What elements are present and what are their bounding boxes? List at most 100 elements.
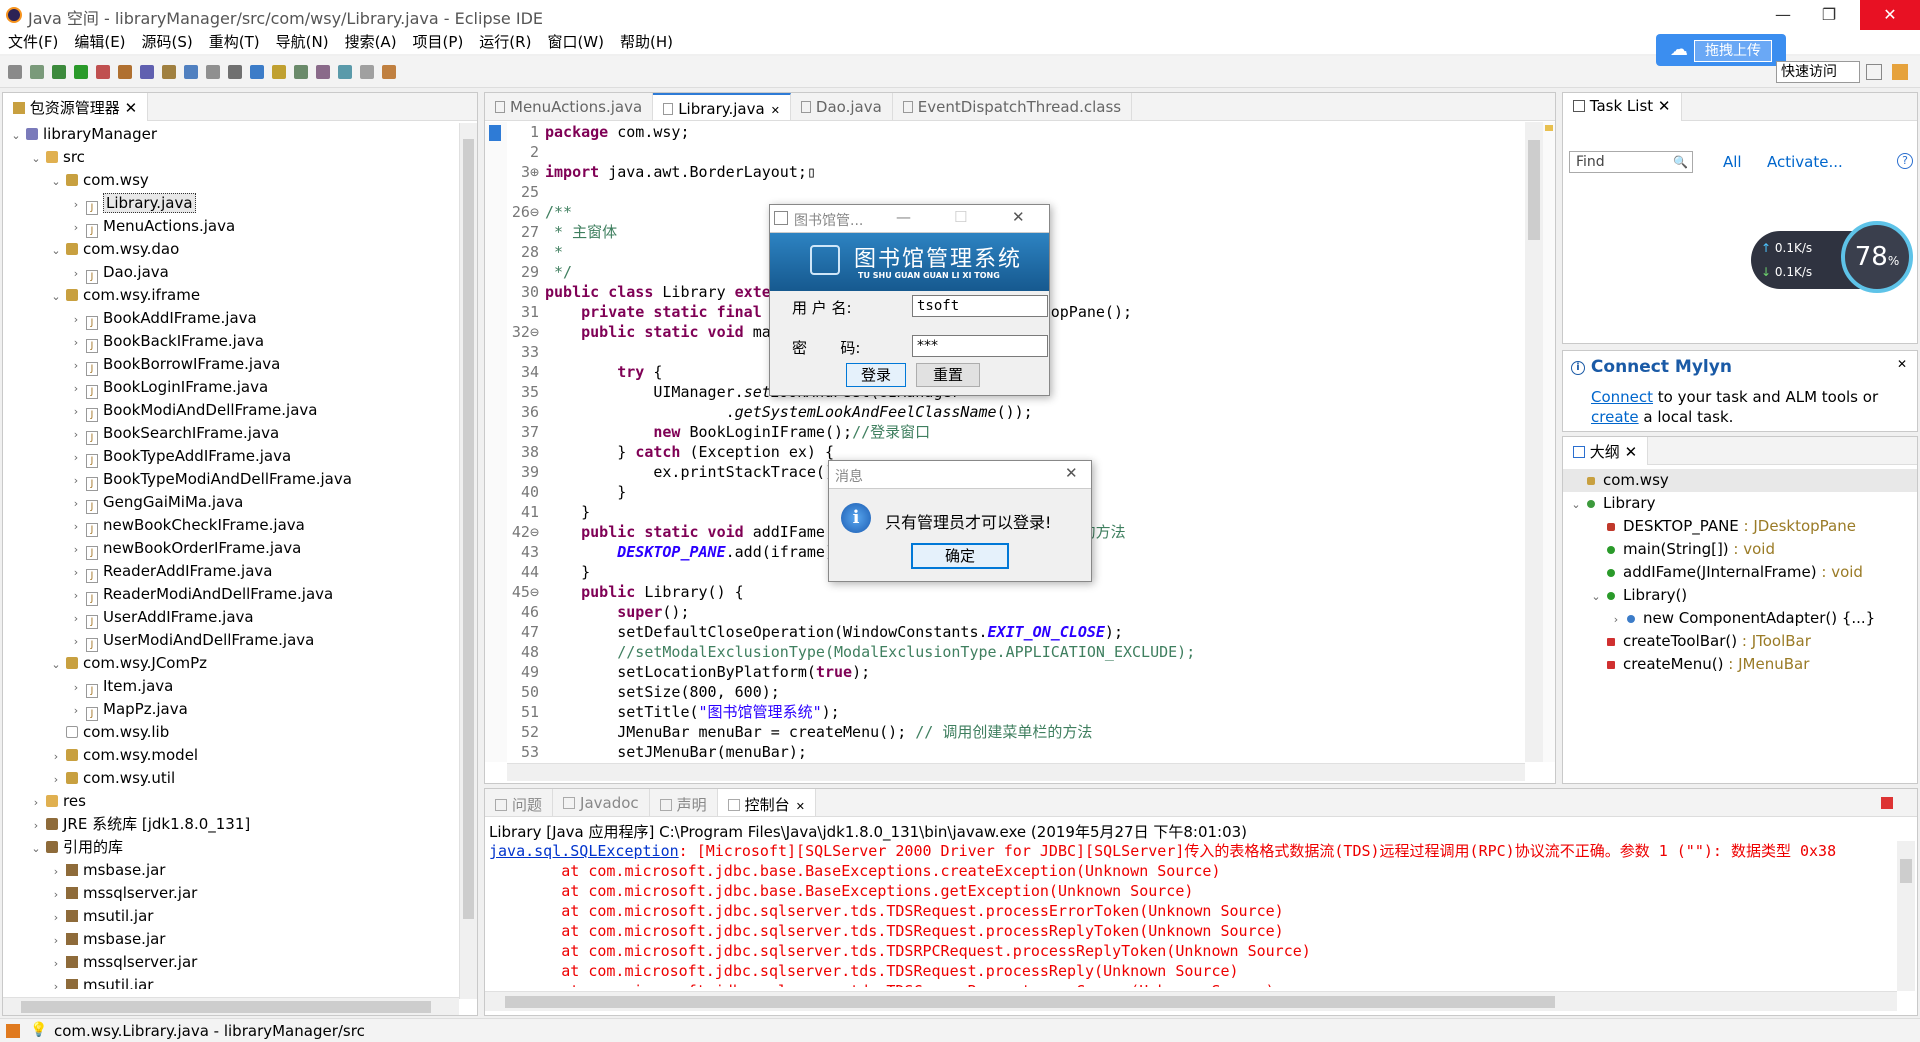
- quick-access-field[interactable]: 快速访问: [1776, 61, 1860, 83]
- chevron-right-icon[interactable]: ›: [49, 883, 63, 906]
- package-tree-item[interactable]: › JnewBookOrderIFrame.java: [3, 537, 457, 560]
- minimize-button[interactable]: —: [1760, 0, 1806, 30]
- package-explorer-hscroll[interactable]: [3, 997, 459, 1015]
- package-tree-item[interactable]: › mssqlserver.jar: [3, 882, 457, 905]
- toolbar-icon[interactable]: [250, 65, 264, 79]
- package-tree-item[interactable]: › J BookModiAndDellFrame.java: [3, 399, 457, 422]
- outline-item[interactable]: createMenu() : JMenuBar: [1563, 653, 1917, 676]
- menu-item-3[interactable]: 重构(T): [201, 30, 268, 54]
- package-explorer-tab[interactable]: 包资源管理器 ✕: [3, 93, 149, 121]
- toolbar-icon[interactable]: [118, 65, 132, 79]
- console-tab-1[interactable]: Javadoc: [553, 789, 650, 816]
- chevron-right-icon[interactable]: ›: [69, 584, 83, 607]
- package-tree-item[interactable]: › J ReaderAddIFrame.java: [3, 560, 457, 583]
- toolbar-icon[interactable]: [52, 65, 66, 79]
- close-button[interactable]: ✕: [1860, 0, 1920, 30]
- chevron-down-icon[interactable]: ⌄: [29, 837, 43, 860]
- menu-item-5[interactable]: 搜索(A): [337, 30, 405, 54]
- console-tab-0[interactable]: 问题: [485, 789, 554, 816]
- package-tree-item[interactable]: › J Dao.java: [3, 261, 457, 284]
- mylyn-create-link[interactable]: create: [1591, 408, 1639, 426]
- reset-button[interactable]: 重置: [916, 363, 980, 387]
- chevron-down-icon[interactable]: ⌄: [49, 170, 63, 193]
- package-tree-item[interactable]: › J MenuActions.java: [3, 215, 457, 238]
- task-all-link[interactable]: All: [1723, 153, 1742, 171]
- package-tree-item[interactable]: › J ReaderModiAndDellFrame.java: [3, 583, 457, 606]
- outline-item[interactable]: › new ComponentAdapter() {...}: [1563, 607, 1917, 630]
- chevron-down-icon[interactable]: ⌄: [49, 239, 63, 262]
- package-tree-item[interactable]: › J BookSearchIFrame.java: [3, 422, 457, 445]
- editor-hscroll[interactable]: [507, 763, 1525, 781]
- toolbar-icon[interactable]: [206, 65, 220, 79]
- chevron-down-icon[interactable]: ⌄: [1589, 585, 1603, 608]
- toolbar-icon[interactable]: [96, 65, 110, 79]
- package-tree-item[interactable]: › com.wsy.util: [3, 767, 457, 790]
- chevron-right-icon[interactable]: ›: [49, 860, 63, 883]
- package-tree-item[interactable]: ⌄ com.wsy.dao: [3, 238, 457, 261]
- editor-tab-1[interactable]: Library.java ✕: [653, 93, 791, 120]
- chevron-right-icon[interactable]: ›: [69, 216, 83, 239]
- chevron-right-icon[interactable]: ›: [49, 975, 63, 989]
- password-input[interactable]: ***: [912, 335, 1048, 357]
- package-tree-item[interactable]: › msutil.jar: [3, 974, 457, 989]
- console-vscroll[interactable]: [1897, 841, 1915, 991]
- toolbar-icon[interactable]: [272, 65, 286, 79]
- menu-item-8[interactable]: 窗口(W): [539, 30, 612, 54]
- toolbar-icon[interactable]: [184, 65, 198, 79]
- task-list-tab[interactable]: Task List ✕: [1563, 93, 1682, 121]
- package-tree-item[interactable]: › J UserAddIFrame.java: [3, 606, 457, 629]
- package-tree-item[interactable]: › com.wsy.model: [3, 744, 457, 767]
- package-tree-item[interactable]: ⌄ 引用的库: [3, 836, 457, 859]
- console-hscroll[interactable]: [485, 991, 1897, 1011]
- package-tree-item[interactable]: › J BookTypeModiAndDellFrame.java: [3, 468, 457, 491]
- vscroll-thumb[interactable]: [463, 139, 474, 919]
- exception-link[interactable]: java.sql.SQLException: [489, 842, 679, 860]
- toolbar-icon[interactable]: [8, 65, 22, 79]
- login-close-icon[interactable]: ✕: [1012, 208, 1025, 226]
- package-tree-item[interactable]: › J MapPz.java: [3, 698, 457, 721]
- package-tree-item[interactable]: ⌄ com.wsy.JComPz: [3, 652, 457, 675]
- toolbar-icon[interactable]: [338, 65, 352, 79]
- chevron-right-icon[interactable]: ›: [29, 791, 43, 814]
- login-minimize-icon[interactable]: —: [896, 208, 911, 226]
- package-tree-item[interactable]: › msbase.jar: [3, 859, 457, 882]
- close-tab-icon[interactable]: ✕: [796, 800, 805, 813]
- outline-item[interactable]: DESKTOP_PANE : JDesktopPane: [1563, 515, 1917, 538]
- package-tree-item[interactable]: ⌄ libraryManager: [3, 123, 457, 146]
- chevron-right-icon[interactable]: ›: [1609, 608, 1623, 631]
- menu-item-6[interactable]: 项目(P): [405, 30, 472, 54]
- menu-item-1[interactable]: 编辑(E): [66, 30, 133, 54]
- chevron-right-icon[interactable]: ›: [69, 446, 83, 469]
- package-tree-item[interactable]: › JnewBookCheckIFrame.java: [3, 514, 457, 537]
- ok-button[interactable]: 确定: [911, 543, 1009, 569]
- console-hscroll-thumb[interactable]: [505, 996, 1555, 1008]
- chevron-right-icon[interactable]: ›: [49, 745, 63, 768]
- mylyn-connect-link[interactable]: Connect: [1591, 388, 1653, 406]
- chevron-down-icon[interactable]: ⌄: [49, 285, 63, 308]
- chevron-right-icon[interactable]: ›: [49, 768, 63, 791]
- chevron-right-icon[interactable]: ›: [69, 193, 83, 216]
- package-tree-item[interactable]: › msbase.jar: [3, 928, 457, 951]
- chevron-right-icon[interactable]: ›: [69, 331, 83, 354]
- chevron-right-icon[interactable]: ›: [69, 699, 83, 722]
- chevron-right-icon[interactable]: ›: [69, 469, 83, 492]
- editor-tab-2[interactable]: Dao.java: [791, 93, 893, 120]
- package-tree-item[interactable]: › J BookBorrowIFrame.java: [3, 353, 457, 376]
- console-output[interactable]: java.sql.SQLException: [Microsoft][SQLSe…: [489, 841, 1895, 987]
- outline-item[interactable]: createToolBar() : JToolBar: [1563, 630, 1917, 653]
- package-tree-item[interactable]: › J Item.java: [3, 675, 457, 698]
- chevron-right-icon[interactable]: ›: [69, 676, 83, 699]
- menu-item-0[interactable]: 文件(F): [0, 30, 66, 54]
- chevron-right-icon[interactable]: ›: [69, 561, 83, 584]
- outline-item[interactable]: main(String[]) : void: [1563, 538, 1917, 561]
- task-find-input[interactable]: Find 🔍: [1569, 151, 1693, 173]
- outline-item[interactable]: ⌄ Library: [1563, 492, 1917, 515]
- task-activate-link[interactable]: Activate...: [1767, 153, 1843, 171]
- package-tree-item[interactable]: › mssqlserver.jar: [3, 951, 457, 974]
- editor-vscroll[interactable]: [1525, 122, 1543, 762]
- chevron-right-icon[interactable]: ›: [49, 906, 63, 929]
- outline-item[interactable]: addIFame(JInternalFrame) : void: [1563, 561, 1917, 584]
- editor-tab-3[interactable]: EventDispatchThread.class: [893, 93, 1133, 120]
- message-close-icon[interactable]: ✕: [1065, 464, 1078, 482]
- menu-item-2[interactable]: 源码(S): [134, 30, 201, 54]
